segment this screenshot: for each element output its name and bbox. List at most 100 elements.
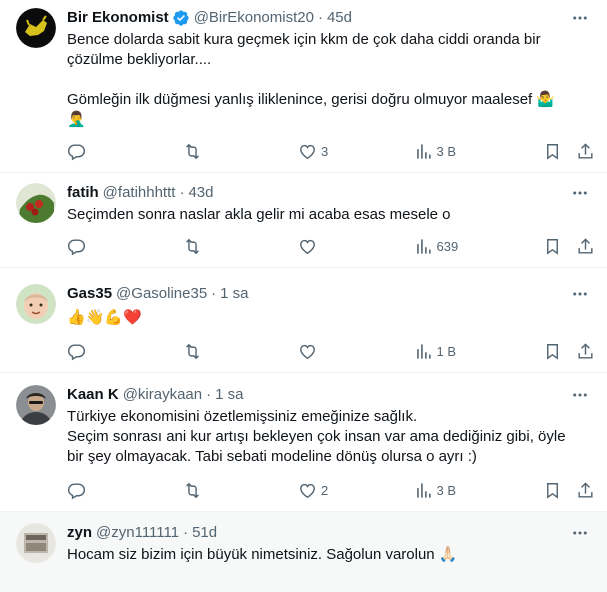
- views-button[interactable]: 3 B: [414, 481, 474, 500]
- retweet-icon: [185, 482, 199, 498]
- view-count: 639: [436, 238, 459, 254]
- bookmark-button[interactable]: [543, 237, 562, 256]
- retweet-button[interactable]: [183, 481, 243, 500]
- avatar[interactable]: [16, 284, 56, 324]
- timestamp[interactable]: 43d: [188, 183, 213, 203]
- bookmark-button[interactable]: [543, 342, 562, 361]
- like-button[interactable]: 2: [298, 481, 358, 500]
- bookmark-button[interactable]: [543, 142, 562, 161]
- user-handle[interactable]: @zyn111111: [96, 523, 179, 543]
- views-button[interactable]: 639: [414, 237, 474, 256]
- separator-dot: ·: [183, 524, 189, 541]
- share-button[interactable]: [576, 481, 595, 500]
- reply-button[interactable]: [67, 342, 127, 361]
- separator-dot: ·: [211, 285, 217, 302]
- reply-icon: [67, 238, 86, 255]
- display-name[interactable]: Bir Ekonomist: [67, 8, 169, 28]
- avatar[interactable]: [16, 523, 56, 563]
- avatar[interactable]: [16, 385, 56, 425]
- display-name[interactable]: fatih: [67, 183, 99, 203]
- tweet[interactable]: Kaan K @kiraykaan · 1 sa Türkiye ekonomi…: [0, 373, 607, 512]
- views-chart-icon: [416, 143, 431, 159]
- avatar[interactable]: [16, 8, 56, 48]
- reply-button[interactable]: [67, 237, 127, 256]
- view-count: 1 B: [436, 343, 457, 359]
- retweet-icon: [185, 238, 199, 254]
- retweet-button[interactable]: [183, 142, 243, 161]
- like-count: 2: [321, 482, 329, 498]
- bookmark-icon: [547, 238, 558, 255]
- display-name[interactable]: Gas35: [67, 284, 112, 304]
- like-button[interactable]: 3: [298, 142, 358, 161]
- tweet-header: Kaan K @kiraykaan · 1 sa: [67, 385, 591, 405]
- more-options-button[interactable]: [569, 523, 591, 543]
- timestamp[interactable]: 51d: [192, 523, 217, 543]
- user-handle[interactable]: @BirEkonomist20: [194, 8, 314, 28]
- more-options-button[interactable]: [569, 8, 591, 28]
- bookmark-icon: [547, 343, 558, 360]
- share-icon: [578, 237, 593, 254]
- share-button[interactable]: [576, 237, 595, 256]
- heart-icon: [300, 144, 315, 159]
- display-name[interactable]: Kaan K: [67, 385, 119, 405]
- tweet-text: 👍👋💪❤️: [67, 309, 142, 326]
- view-count: 3 B: [436, 143, 457, 159]
- tweet-feed: Bir Ekonomist @BirEkonomist20 · 45d Benc…: [0, 0, 607, 592]
- views-button[interactable]: 3 B: [414, 142, 474, 161]
- more-dots-icon: [573, 531, 587, 535]
- timestamp[interactable]: 1 sa: [215, 385, 243, 405]
- more-options-button[interactable]: [569, 284, 591, 304]
- separator-dot: ·: [206, 386, 212, 403]
- bookmark-button[interactable]: [543, 481, 562, 500]
- tweet-header: Bir Ekonomist @BirEkonomist20 · 45d: [67, 8, 591, 28]
- tweet[interactable]: Gas35 @Gasoline35 · 1 sa 👍👋💪❤️ 1 B: [0, 268, 607, 373]
- tweet-text: Hocam siz bizim için büyük nimetsiniz. S…: [67, 546, 458, 563]
- more-dots-icon: [573, 292, 587, 296]
- avatar[interactable]: [16, 183, 56, 223]
- user-handle[interactable]: @Gasoline35: [116, 284, 207, 304]
- timestamp[interactable]: 45d: [327, 8, 352, 28]
- more-options-button[interactable]: [569, 183, 591, 203]
- more-options-button[interactable]: [569, 385, 591, 405]
- like-button[interactable]: [298, 342, 358, 361]
- reply-button[interactable]: [67, 142, 127, 161]
- action-bar: 3 3 B: [67, 130, 595, 172]
- retweet-button[interactable]: [183, 342, 243, 361]
- views-chart-icon: [416, 238, 431, 254]
- heart-icon: [300, 483, 315, 498]
- user-handle[interactable]: @fatihhhttt: [103, 183, 176, 203]
- tweet[interactable]: Bir Ekonomist @BirEkonomist20 · 45d Benc…: [0, 0, 607, 173]
- view-count: 3 B: [436, 482, 457, 498]
- like-button[interactable]: [298, 237, 358, 256]
- views-chart-icon: [416, 343, 431, 359]
- tweet-text: Bence dolarda sabit kura geçmek için kkm…: [67, 31, 556, 128]
- tweet-header: fatih @fatihhhttt · 43d: [67, 183, 591, 203]
- like-count: 3: [321, 143, 329, 159]
- share-icon: [578, 342, 593, 359]
- bookmark-icon: [547, 482, 558, 499]
- reply-button[interactable]: [67, 481, 127, 500]
- views-button[interactable]: 1 B: [414, 342, 474, 361]
- timestamp[interactable]: 1 sa: [220, 284, 248, 304]
- bookmark-icon: [547, 143, 558, 160]
- heart-icon: [300, 344, 315, 359]
- tweet-text: Seçimden sonra naslar akla gelir mi acab…: [67, 206, 451, 223]
- tweet-text: Türkiye ekonomisini özetlemişsiniz emeği…: [67, 408, 566, 465]
- share-icon: [578, 142, 593, 159]
- display-name[interactable]: zyn: [67, 523, 92, 543]
- verified-badge-icon: [173, 10, 189, 26]
- retweet-button[interactable]: [183, 237, 243, 256]
- share-button[interactable]: [576, 142, 595, 161]
- reply-icon: [67, 482, 86, 499]
- tweet-header: zyn @zyn111111 · 51d: [67, 523, 591, 543]
- action-bar: 1 B: [67, 330, 595, 372]
- share-button[interactable]: [576, 342, 595, 361]
- action-bar: 639: [67, 225, 595, 267]
- action-bar: 2 3 B: [67, 469, 595, 511]
- retweet-icon: [185, 343, 199, 359]
- tweet[interactable]: fatih @fatihhhttt · 43d Seçimden sonra n…: [0, 173, 607, 268]
- user-handle[interactable]: @kiraykaan: [123, 385, 202, 405]
- more-dots-icon: [573, 16, 587, 20]
- tweet[interactable]: zyn @zyn111111 · 51d Hocam siz bizim içi…: [0, 512, 607, 592]
- views-chart-icon: [416, 482, 431, 498]
